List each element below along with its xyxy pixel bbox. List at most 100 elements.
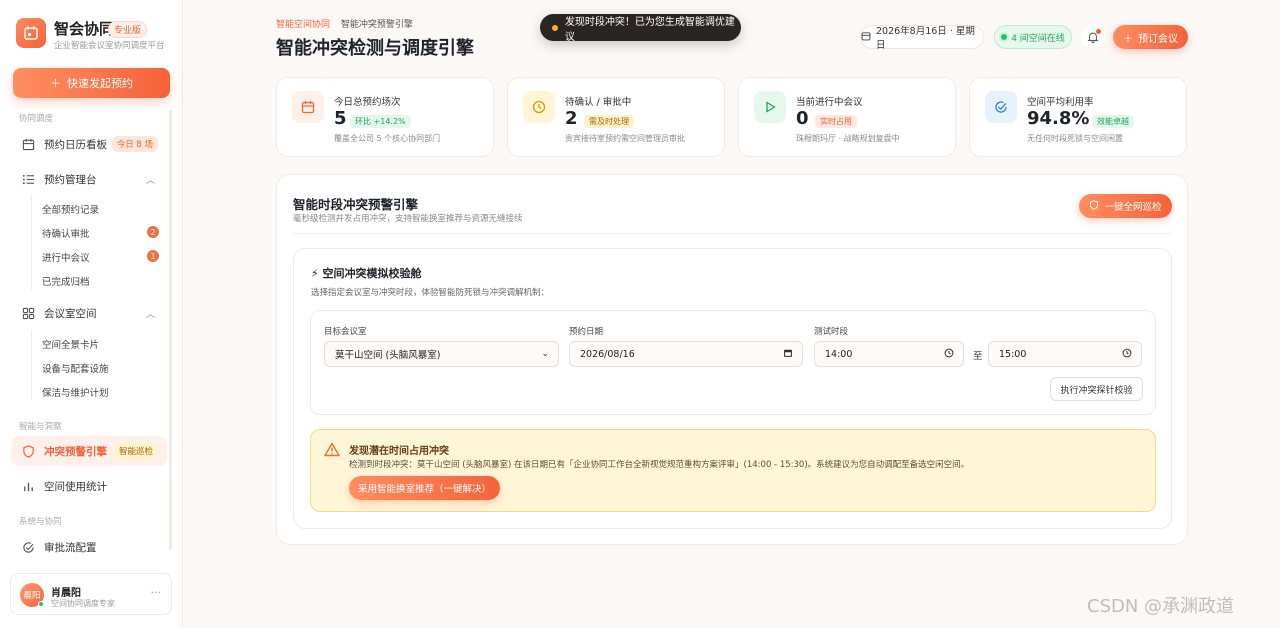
more-options-icon[interactable]: ··· xyxy=(151,586,162,599)
stat-value: 5 xyxy=(334,108,347,129)
subitem-maintenance[interactable]: 保洁与维护计划 xyxy=(42,385,109,399)
stat-card-pending: 待确认 / 审批中 2 需及时处理 贵宾接待室预约需空间管理员审批 xyxy=(507,77,725,157)
stat-title: 当前进行中会议 xyxy=(796,97,863,108)
simulation-form: 目标会议室 莫干山空间 (头脑风暴室) ⌄ 预约日期 2026/08/16 测试… xyxy=(310,310,1156,415)
subitem-in-progress[interactable]: 进行中会议 xyxy=(42,250,90,264)
clock-icon[interactable] xyxy=(1122,348,1132,361)
stat-tag: 实时占用 xyxy=(815,115,857,128)
run-probe-button[interactable]: 执行冲突探针校验 xyxy=(1050,377,1143,401)
panel-subtitle: 毫秒级检测并发占用冲突，支持智能换室推荐与资源无缝接续 xyxy=(293,214,523,224)
subitem-archived[interactable]: 已完成归档 xyxy=(42,274,90,288)
book-meeting-button[interactable]: ＋ 预订会议 xyxy=(1113,25,1188,49)
sidebar-item-rooms[interactable]: 会议室空间 ︿ xyxy=(11,298,167,328)
subitem-equipment[interactable]: 设备与配套设施 xyxy=(42,361,109,375)
time-label: 测试时段 xyxy=(814,327,849,337)
grid-icon xyxy=(21,306,35,320)
room-select[interactable]: 莫干山空间 (头脑风暴室) ⌄ xyxy=(324,341,559,367)
start-time-input[interactable]: 14:00 xyxy=(814,341,964,367)
sidebar-item-manage[interactable]: 预约管理台 ︿ xyxy=(11,164,167,194)
subitem-space-cards[interactable]: 空间全景卡片 xyxy=(42,337,99,351)
chevron-up-icon[interactable]: ︿ xyxy=(146,173,155,186)
sidebar-item-label: 预约日历看板 xyxy=(44,138,107,151)
stat-tag: 效能卓越 xyxy=(1092,115,1134,128)
breadcrumb-parent[interactable]: 智能空间协同 xyxy=(276,20,330,30)
sidebar-item-label: 审批流配置 xyxy=(44,541,97,554)
room-select-value: 莫干山空间 (头脑风暴室) xyxy=(335,350,441,361)
breadcrumb-current: 智能冲突预警引擎 xyxy=(340,20,413,30)
stat-card-today: 今日总预约场次 5 环比 +14.2% 覆盖全公司 5 个核心协同部门 xyxy=(276,77,494,157)
chevron-up-icon[interactable]: ︿ xyxy=(146,307,155,320)
subitem-pending-approval[interactable]: 待确认审批 xyxy=(42,226,90,240)
end-time-input[interactable]: 15:00 xyxy=(988,341,1142,367)
submenu-guide-line xyxy=(31,330,32,400)
page-title: 智能冲突检测与调度引擎 xyxy=(276,38,474,59)
sidebar-item-calendar[interactable]: 预约日历看板 今日 8 场 xyxy=(11,129,167,159)
warning-dot-icon xyxy=(552,24,558,31)
section-label-scheduling: 协同调度 xyxy=(19,114,54,124)
date-label: 预约日期 xyxy=(569,327,604,337)
full-patrol-label: 一键全网巡检 xyxy=(1104,202,1162,213)
room-label: 目标会议室 xyxy=(324,327,367,337)
sidebar-item-conflict[interactable]: 冲突预警引擎 智能巡检 xyxy=(11,436,167,466)
online-status-dot xyxy=(38,601,44,607)
breadcrumb: 智能空间协同 智能冲突预警引擎 xyxy=(276,17,413,30)
bar-chart-icon xyxy=(21,479,35,493)
stat-description: 贵宾接待室预约需空间管理员审批 xyxy=(565,134,685,143)
sidebar-item-label: 预约管理台 xyxy=(44,173,97,186)
stat-value: 0 xyxy=(796,108,809,129)
simulation-title: ⚡ 空间冲突模拟校验舱 xyxy=(311,267,422,280)
clock-icon[interactable] xyxy=(944,348,954,361)
conflict-alert: 发现潜在时间占用冲突 检测到时段冲突：莫干山空间 (头脑风暴室) 在该日期已有「… xyxy=(310,429,1156,512)
sidebar-item-label: 空间使用统计 xyxy=(44,480,107,493)
notification-bell-icon[interactable] xyxy=(1081,25,1105,49)
book-meeting-label: 预订会议 xyxy=(1138,33,1178,45)
stat-title: 空间平均利用率 xyxy=(1027,97,1094,108)
stat-card-ongoing: 当前进行中会议 0 实时占用 珠穆朗玛厅 · 战略规划复盘中 xyxy=(738,77,956,157)
today-count-badge: 今日 8 场 xyxy=(111,136,158,152)
notification-dot xyxy=(1096,29,1101,34)
time-range-separator: 至 xyxy=(973,351,983,362)
sidebar-item-approval[interactable]: 审批流配置 xyxy=(11,532,167,562)
subitem-all-records[interactable]: 全部预约记录 xyxy=(42,202,99,216)
play-icon xyxy=(754,91,786,123)
date-input-value: 2026/08/16 xyxy=(580,348,635,360)
list-icon xyxy=(21,172,35,186)
pending-count-badge: 2 xyxy=(147,226,159,238)
date-input[interactable]: 2026/08/16 xyxy=(569,341,803,367)
apply-recommendation-button[interactable]: 采用智能换室推荐（一键解决） xyxy=(349,476,500,500)
online-spaces-text: 4 间空间在线 xyxy=(1011,33,1065,44)
stat-title: 今日总预约场次 xyxy=(334,97,401,108)
quick-booking-label: 快速发起预约 xyxy=(67,77,133,90)
calendar-icon[interactable] xyxy=(783,348,793,361)
alert-title: 发现潜在时间占用冲突 xyxy=(349,446,449,457)
user-name: 肖晨阳 xyxy=(51,588,81,599)
online-spaces-badge: 4 间空间在线 xyxy=(994,25,1072,49)
full-patrol-button[interactable]: 一键全网巡检 xyxy=(1079,194,1172,218)
sidebar-item-stats[interactable]: 空间使用统计 xyxy=(11,471,167,501)
calendar-icon xyxy=(21,137,35,151)
conflict-engine-panel: 智能时段冲突预警引擎 毫秒级检测并发占用冲突，支持智能换室推荐与资源无缝接续 一… xyxy=(276,174,1188,545)
end-time-value: 15:00 xyxy=(999,348,1027,360)
stat-value: 2 xyxy=(565,108,578,129)
alert-text: 检测到时段冲突：莫干山空间 (头脑风暴室) 在该日期已有「企业协同工作台全新视觉… xyxy=(349,460,970,470)
panel-title: 智能时段冲突预警引擎 xyxy=(293,197,419,212)
toast-text: 发现时段冲突！已为您生成智能调优建议 xyxy=(564,16,735,43)
date-display: 2026年8月16日 · 星期日 xyxy=(860,25,984,51)
shield-icon xyxy=(21,444,35,458)
warning-triangle-icon xyxy=(324,442,340,460)
sidebar-scrollbar[interactable] xyxy=(169,110,172,550)
submenu-guide-line xyxy=(31,195,32,290)
plus-icon: ＋ xyxy=(1123,33,1133,45)
clock-icon xyxy=(523,91,555,123)
section-label-system: 系统与协同 xyxy=(19,517,62,527)
start-time-value: 14:00 xyxy=(825,348,853,360)
plus-icon: ＋ xyxy=(50,77,61,90)
chevron-down-icon: ⌄ xyxy=(541,349,549,359)
edition-badge: 专业版 xyxy=(108,21,148,38)
quick-booking-button[interactable]: ＋ 快速发起预约 xyxy=(13,68,170,98)
stat-value: 94.8% xyxy=(1027,108,1090,129)
divider xyxy=(293,233,1171,234)
user-card[interactable]: 晨阳 肖晨阳 空间协同调度专家 ··· xyxy=(10,573,172,615)
sidebar-item-label: 会议室空间 xyxy=(44,307,97,320)
in-progress-count-badge: 1 xyxy=(147,250,159,262)
